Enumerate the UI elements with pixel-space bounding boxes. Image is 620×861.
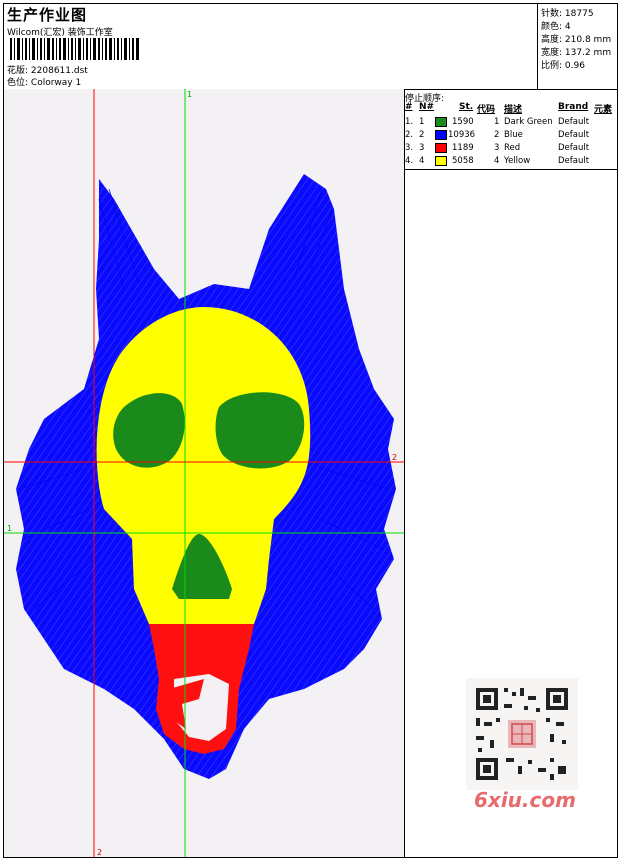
color-swatch bbox=[435, 130, 447, 140]
page-title: 生产作业图 bbox=[7, 6, 88, 24]
row-brand: Default bbox=[558, 130, 590, 140]
row-code: 4 bbox=[494, 156, 500, 166]
guide-label-v-green: 1 bbox=[187, 90, 192, 99]
stitch-count: 针数: 18775 bbox=[541, 6, 594, 19]
design-height-value: 210.8 mm bbox=[564, 35, 612, 45]
row-brand: Default bbox=[558, 143, 590, 153]
row-needle: 2 bbox=[419, 130, 425, 140]
design-width-value: 137.2 mm bbox=[564, 48, 612, 58]
row-needle: 1 bbox=[419, 117, 425, 127]
design-scale: 比例: 0.96 bbox=[541, 58, 585, 71]
color-row: 2. 2 10936 2 Blue Default bbox=[405, 130, 617, 142]
row-description: Blue bbox=[504, 130, 523, 140]
color-sequence-table: 停止顺序: # N# St. 代码 描述 Brand 元素 1. 1 1590 … bbox=[405, 89, 617, 170]
row-description: Red bbox=[504, 143, 521, 153]
guide-label-h-red: 2 bbox=[392, 453, 397, 462]
color-count-label: 颜色: bbox=[541, 22, 563, 32]
color-row: 3. 3 1189 3 Red Default bbox=[405, 143, 617, 155]
col-header-brand: Brand bbox=[558, 102, 589, 112]
design-width: 宽度: 137.2 mm bbox=[541, 45, 611, 58]
design-stats: 针数: 18775 颜色: 4 高度: 210.8 mm 宽度: 137.2 m… bbox=[537, 4, 618, 89]
col-header-needle: N# bbox=[419, 102, 435, 112]
row-description: Dark Green bbox=[504, 117, 553, 127]
guide-label-v-red: 2 bbox=[97, 848, 102, 857]
row-index: 1. bbox=[405, 117, 414, 127]
col-header-element: 元素 bbox=[594, 105, 613, 115]
row-index: 3. bbox=[405, 143, 414, 153]
studio-name: Wilcom(汇宏) 装饰工作室 bbox=[7, 28, 113, 38]
design-height-label: 高度: bbox=[541, 35, 563, 45]
col-header-index: # bbox=[405, 102, 413, 112]
colorway-line: 色位: Colorway 1 bbox=[7, 75, 81, 88]
watermark: 6xiu.com bbox=[474, 788, 576, 812]
design-scale-label: 比例: bbox=[541, 61, 563, 71]
stitch-count-value: 18775 bbox=[564, 9, 594, 19]
color-swatch bbox=[435, 143, 447, 153]
embroidery-design: 1 1 2 2 bbox=[4, 89, 404, 857]
row-code: 3 bbox=[494, 143, 500, 153]
color-swatch bbox=[435, 117, 447, 127]
row-stitches: 5058 bbox=[452, 156, 474, 166]
row-brand: Default bbox=[558, 156, 590, 166]
row-code: 2 bbox=[494, 130, 500, 140]
color-count-value: 4 bbox=[564, 22, 571, 32]
sheet-header: 生产作业图 Wilcom(汇宏) 装饰工作室 花版: 2208611.dst 色… bbox=[4, 4, 617, 90]
col-header-code: 代码 bbox=[477, 105, 496, 115]
color-swatch bbox=[435, 156, 447, 166]
qr-code-icon bbox=[466, 678, 578, 790]
color-row: 1. 1 1590 1 Dark Green Default bbox=[405, 117, 617, 129]
row-stitches: 10936 bbox=[448, 130, 476, 140]
barcode-icon bbox=[10, 38, 139, 60]
row-index: 2. bbox=[405, 130, 414, 140]
guide-label-h-green: 1 bbox=[7, 524, 12, 533]
row-index: 4. bbox=[405, 156, 414, 166]
design-scale-value: 0.96 bbox=[564, 61, 585, 71]
colorway-label: 色位: bbox=[7, 78, 29, 88]
row-code: 1 bbox=[494, 117, 500, 127]
row-description: Yellow bbox=[504, 156, 531, 166]
colorway-value: Colorway 1 bbox=[30, 78, 82, 88]
row-stitches: 1590 bbox=[452, 117, 474, 127]
stitch-count-label: 针数: bbox=[541, 9, 563, 19]
row-brand: Default bbox=[558, 117, 590, 127]
col-header-stitches: St. bbox=[459, 102, 474, 112]
color-row: 4. 4 5058 4 Yellow Default bbox=[405, 156, 617, 168]
row-needle: 3 bbox=[419, 143, 425, 153]
design-height: 高度: 210.8 mm bbox=[541, 32, 611, 45]
row-stitches: 1189 bbox=[452, 143, 474, 153]
row-needle: 4 bbox=[419, 156, 425, 166]
right-eye-region bbox=[215, 392, 305, 469]
col-header-description: 描述 bbox=[504, 105, 523, 115]
color-count: 颜色: 4 bbox=[541, 19, 571, 32]
design-width-label: 宽度: bbox=[541, 48, 563, 58]
design-preview: 1 1 2 2 bbox=[4, 89, 405, 857]
